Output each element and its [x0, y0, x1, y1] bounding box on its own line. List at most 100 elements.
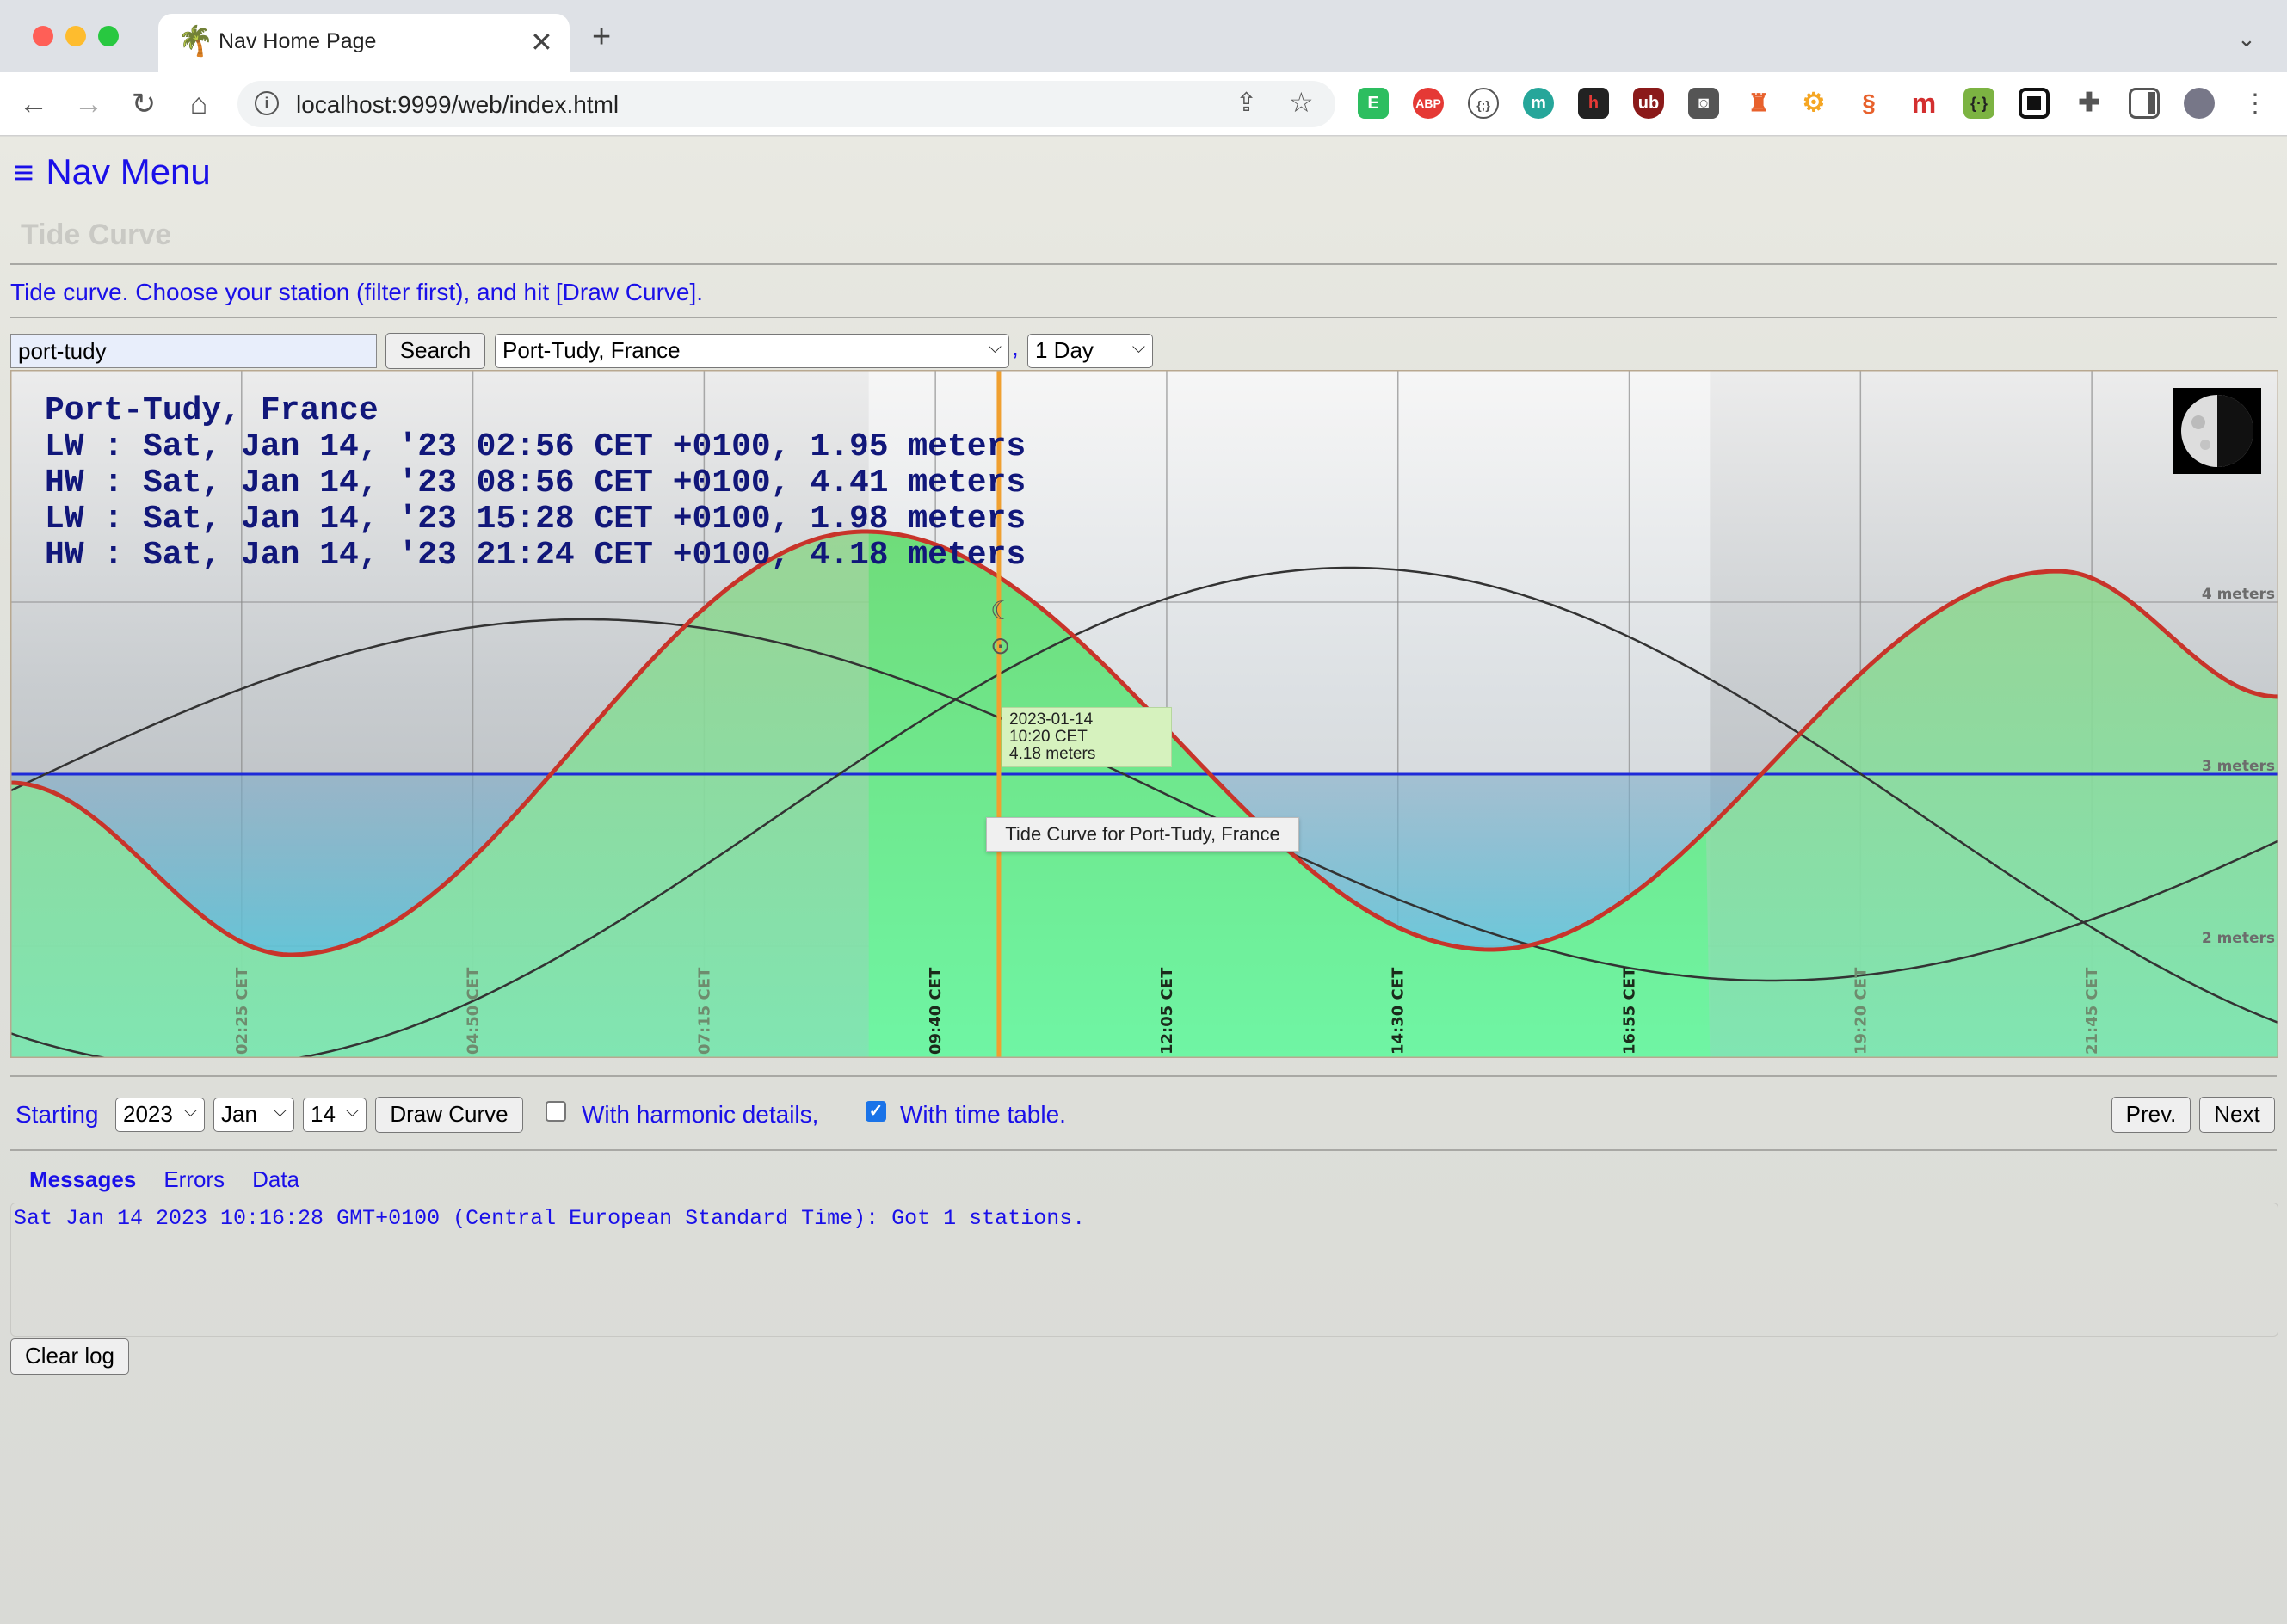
close-window-button[interactable] [33, 26, 53, 46]
nav-menu-label[interactable]: Nav Menu [46, 151, 210, 192]
tab-messages[interactable]: Messages [29, 1166, 136, 1192]
month-select[interactable]: Jan ⌵ [213, 1098, 294, 1132]
x-tick-label: 02:25 CET [233, 967, 251, 1055]
sun-marker-icon: ⊙ [990, 631, 1010, 660]
next-button[interactable]: Next [2199, 1097, 2275, 1133]
chevron-down-icon: ⌵ [273, 1102, 287, 1121]
url-text[interactable]: localhost:9999/web/index.html [296, 91, 619, 119]
chart-tooltip: 2023-01-14 10:20 CET 4.18 meters [1002, 707, 1172, 767]
x-tick-label: 16:55 CET [1621, 967, 1639, 1055]
duration-select[interactable]: 1 Day ⌵ [1027, 334, 1153, 368]
station-selected: Port-Tudy, France [502, 337, 681, 363]
year-value: 2023 [123, 1101, 173, 1127]
m-circle-extension-icon[interactable]: m [1523, 88, 1554, 119]
tide-line: LW : Sat, Jan 14, '23 15:28 CET +0100, 1… [45, 501, 1026, 538]
share-icon[interactable]: ⇪ [1236, 88, 1257, 118]
gear-extension-icon[interactable]: ⚙ [1798, 88, 1829, 119]
json-viewer-extension-icon[interactable]: {;} [1468, 88, 1499, 119]
site-info-icon[interactable]: i [255, 91, 279, 115]
starting-label: Starting [15, 1101, 99, 1128]
hypothesis-extension-icon[interactable]: h [1578, 88, 1609, 119]
search-button[interactable]: Search [385, 333, 485, 369]
tide-line: LW : Sat, Jan 14, '23 02:56 CET +0100, 1… [45, 428, 1026, 465]
hamburger-icon[interactable]: ≡ [14, 154, 34, 192]
nav-menu[interactable]: ≡ Nav Menu [14, 148, 211, 197]
minimize-window-button[interactable] [65, 26, 86, 46]
close-tab-icon[interactable]: ✕ [530, 26, 553, 58]
log-tabs: Messages Errors Data [29, 1166, 327, 1193]
qr-extension-icon[interactable] [2019, 88, 2050, 119]
station-select[interactable]: Port-Tudy, France ⌵ [495, 334, 1009, 368]
back-arrow-icon[interactable]: ← [12, 83, 55, 126]
y-tick-label: 2 meters [2202, 930, 2275, 947]
tab-title: Nav Home Page [219, 29, 377, 53]
side-panel-icon[interactable] [2129, 88, 2160, 119]
evernote-extension-icon[interactable]: E [1358, 88, 1389, 119]
ublock-origin-extension-icon[interactable]: ub [1633, 88, 1664, 119]
browser-menu-icon[interactable]: ⋮ [2234, 83, 2277, 126]
chevron-down-icon: ⌵ [345, 1102, 359, 1121]
x-tick-label: 09:40 CET [927, 967, 945, 1055]
day-value: 14 [311, 1101, 336, 1127]
tide-line: HW : Sat, Jan 14, '23 21:24 CET +0100, 4… [45, 537, 1026, 574]
moon-marker-icon: ☾ [990, 596, 1014, 626]
tooltip-date: 2023-01-14 [1009, 710, 1094, 729]
tide-line: HW : Sat, Jan 14, '23 08:56 CET +0100, 4… [45, 464, 1026, 501]
chevron-down-icon: ⌵ [183, 1102, 197, 1121]
profile-avatar[interactable] [2184, 88, 2215, 119]
instructions-text: Tide curve. Choose your station (filter … [10, 279, 704, 305]
time-table-checkbox[interactable]: ✓ [866, 1101, 886, 1122]
station-filter-input[interactable]: port-tudy [10, 334, 377, 368]
clear-log-button[interactable]: Clear log [10, 1338, 129, 1375]
maximize-window-button[interactable] [98, 26, 119, 46]
tab-errors[interactable]: Errors [163, 1166, 225, 1192]
braces-extension-icon[interactable]: {·} [1963, 88, 1994, 119]
divider [10, 1075, 2277, 1077]
home-icon[interactable]: ⌂ [177, 83, 220, 126]
harmonic-details-label: With harmonic details, [582, 1101, 819, 1128]
harmonic-details-checkbox[interactable] [546, 1101, 566, 1122]
m-red-extension-icon[interactable]: m [1908, 88, 1939, 119]
page-title: Tide Curve [21, 218, 172, 251]
browser-tab[interactable]: 🌴 Nav Home Page ✕ [158, 14, 570, 72]
lighthouse-extension-icon[interactable]: ♜ [1743, 88, 1774, 119]
tide-station-title: Port-Tudy, France [45, 392, 379, 429]
y-tick-label: 3 meters [2202, 758, 2275, 775]
prev-button[interactable]: Prev. [2111, 1097, 2191, 1133]
moon-phase-icon [2173, 388, 2261, 474]
forward-arrow-icon[interactable]: → [67, 83, 110, 126]
divider [10, 263, 2277, 265]
new-tab-icon[interactable]: + [592, 21, 611, 53]
x-tick-label: 21:45 CET [2083, 967, 2101, 1055]
chevron-down-icon: ⌵ [1131, 338, 1145, 357]
month-value: Jan [221, 1101, 257, 1127]
x-tick-label: 07:15 CET [695, 967, 713, 1055]
year-select[interactable]: 2023 ⌵ [115, 1098, 205, 1132]
divider [10, 1149, 2277, 1151]
draw-curve-button[interactable]: Draw Curve [375, 1097, 523, 1133]
browser-tab-bar: 🌴 Nav Home Page ✕ + ⌄ [0, 0, 2287, 72]
x-tick-label: 19:20 CET [1852, 967, 1870, 1055]
adblock-plus-extension-icon[interactable]: ABP [1413, 88, 1444, 119]
tab-search-chevron-icon[interactable]: ⌄ [2237, 26, 2256, 52]
reload-icon[interactable]: ↻ [122, 83, 165, 126]
duration-selected: 1 Day [1035, 337, 1094, 363]
separator-comma: , [1012, 334, 1019, 360]
y-tick-label: 4 meters [2202, 586, 2275, 603]
day-select[interactable]: 14 ⌵ [303, 1098, 367, 1132]
puzzle-extensions-icon[interactable]: ✚ [2074, 88, 2105, 119]
bookmark-star-icon[interactable]: ☆ [1289, 86, 1314, 119]
address-bar[interactable]: i localhost:9999/web/index.html ⇪ ☆ [237, 81, 1335, 127]
swirl-extension-icon[interactable]: § [1853, 88, 1884, 119]
tab-data[interactable]: Data [252, 1166, 299, 1192]
camera-extension-icon[interactable]: ◙ [1688, 88, 1719, 119]
x-tick-label: 14:30 CET [1390, 967, 1408, 1055]
log-line: Sat Jan 14 2023 10:16:28 GMT+0100 (Centr… [14, 1206, 1086, 1231]
palm-tree-icon: 🌴 [177, 25, 214, 58]
x-tick-label: 04:50 CET [465, 967, 483, 1055]
time-table-label: With time table. [900, 1101, 1066, 1128]
tooltip-time: 10:20 CET [1009, 728, 1088, 746]
hover-title-tooltip: Tide Curve for Port-Tudy, France [986, 817, 1299, 852]
tooltip-height: 4.18 meters [1009, 745, 1096, 763]
chevron-down-icon: ⌵ [988, 338, 1002, 357]
